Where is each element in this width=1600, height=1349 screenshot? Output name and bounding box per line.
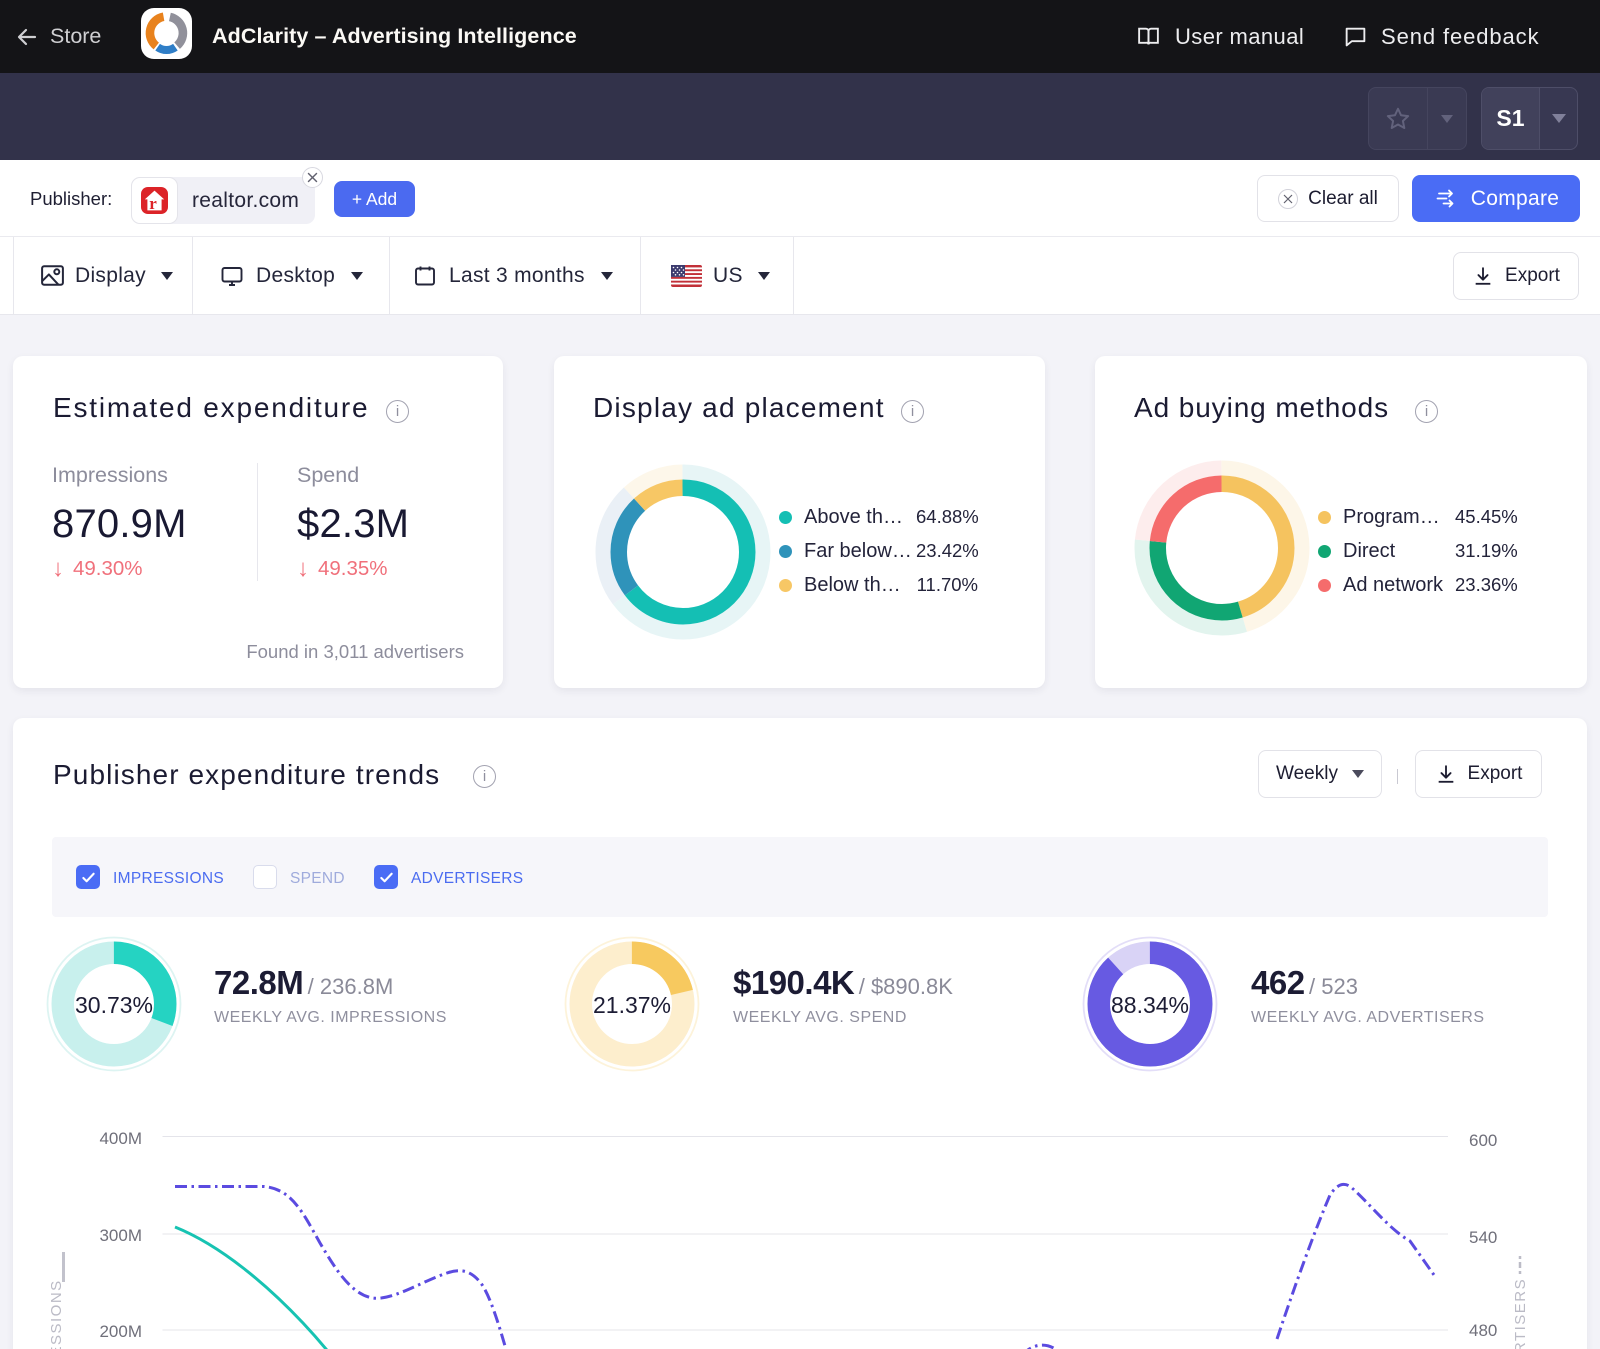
svg-text:r: r	[149, 194, 157, 213]
svg-text:30.73%: 30.73%	[75, 992, 153, 1018]
svg-text:88.34%: 88.34%	[1111, 992, 1189, 1018]
svg-text:21.37%: 21.37%	[593, 992, 671, 1018]
